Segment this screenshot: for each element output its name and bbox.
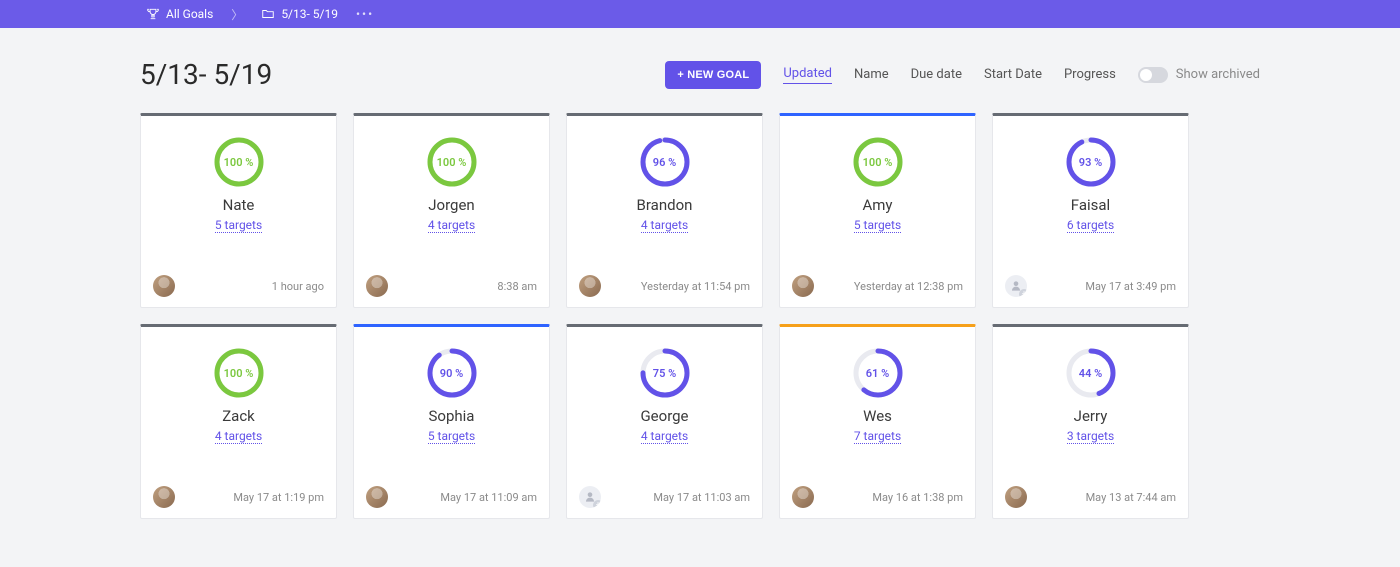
person-icon xyxy=(583,490,597,504)
goal-card[interactable]: 44 % Jerry 3 targets May 13 at 7:44 am xyxy=(992,324,1189,519)
filter-name[interactable]: Name xyxy=(854,67,889,82)
goal-owner-name: Jerry xyxy=(1074,407,1108,425)
breadcrumb-separator: 〉 xyxy=(231,6,243,23)
progress-percent: 44 % xyxy=(1065,347,1117,399)
show-archived-toggle[interactable] xyxy=(1138,67,1168,83)
targets-link[interactable]: 3 targets xyxy=(1067,429,1114,444)
avatar[interactable] xyxy=(792,486,814,508)
goal-card[interactable]: 90 % Sophia 5 targets May 17 at 11:09 am xyxy=(353,324,550,519)
goal-card[interactable]: 96 % Brandon 4 targets Yesterday at 11:5… xyxy=(566,113,763,308)
progress-ring: 75 % xyxy=(639,347,691,399)
targets-link[interactable]: 4 targets xyxy=(428,218,475,233)
breadcrumb-folder-label: 5/13- 5/19 xyxy=(281,7,338,21)
avatar[interactable] xyxy=(579,275,601,297)
breadcrumb-root[interactable]: All Goals xyxy=(140,5,219,23)
timestamp: 8:38 am xyxy=(497,280,537,293)
goal-card[interactable]: 100 % Zack 4 targets May 17 at 1:19 pm xyxy=(140,324,337,519)
timestamp: May 13 at 7:44 am xyxy=(1086,491,1176,504)
goal-owner-name: Jorgen xyxy=(428,196,474,214)
goal-card-grid: 100 % Nate 5 targets 1 hour ago 100 % Jo… xyxy=(140,113,1260,519)
goal-owner-name: Faisal xyxy=(1071,196,1110,214)
targets-link[interactable]: 4 targets xyxy=(641,218,688,233)
avatar[interactable] xyxy=(1005,486,1027,508)
avatar[interactable] xyxy=(1005,275,1027,297)
progress-percent: 96 % xyxy=(639,136,691,188)
filter-progress[interactable]: Progress xyxy=(1064,67,1116,82)
goal-card[interactable]: 75 % George 4 targets May 17 at 11:03 am xyxy=(566,324,763,519)
progress-ring: 100 % xyxy=(426,136,478,188)
goal-owner-name: Zack xyxy=(222,407,255,425)
breadcrumb-more-icon[interactable]: ••• xyxy=(356,7,374,21)
progress-percent: 100 % xyxy=(213,347,265,399)
avatar[interactable] xyxy=(366,486,388,508)
timestamp: Yesterday at 11:54 pm xyxy=(641,280,750,293)
progress-ring: 93 % xyxy=(1065,136,1117,188)
filter-updated[interactable]: Updated xyxy=(783,66,832,84)
targets-link[interactable]: 6 targets xyxy=(1067,218,1114,233)
progress-ring: 100 % xyxy=(213,136,265,188)
targets-link[interactable]: 5 targets xyxy=(854,218,901,233)
timestamp: May 17 at 11:09 am xyxy=(440,491,537,504)
avatar[interactable] xyxy=(792,275,814,297)
targets-link[interactable]: 5 targets xyxy=(428,429,475,444)
progress-percent: 75 % xyxy=(639,347,691,399)
filter-due-date[interactable]: Due date xyxy=(911,67,962,82)
avatar[interactable] xyxy=(579,486,601,508)
goal-owner-name: George xyxy=(640,407,688,425)
timestamp: 1 hour ago xyxy=(272,280,324,293)
progress-percent: 90 % xyxy=(426,347,478,399)
timestamp: May 17 at 1:19 pm xyxy=(233,491,324,504)
targets-link[interactable]: 5 targets xyxy=(215,218,262,233)
progress-percent: 100 % xyxy=(426,136,478,188)
timestamp: May 17 at 3:49 pm xyxy=(1085,280,1176,293)
page-controls: + NEW GOAL Updated Name Due date Start D… xyxy=(665,61,1260,89)
goal-owner-name: Wes xyxy=(863,407,892,425)
show-archived-label: Show archived xyxy=(1176,67,1260,82)
progress-ring: 96 % xyxy=(639,136,691,188)
person-icon xyxy=(1009,279,1023,293)
progress-percent: 100 % xyxy=(852,136,904,188)
goal-owner-name: Nate xyxy=(223,196,255,214)
avatar[interactable] xyxy=(366,275,388,297)
targets-link[interactable]: 4 targets xyxy=(641,429,688,444)
goal-owner-name: Amy xyxy=(862,196,892,214)
folder-icon xyxy=(261,7,275,21)
progress-percent: 93 % xyxy=(1065,136,1117,188)
avatar[interactable] xyxy=(153,486,175,508)
goal-card[interactable]: 61 % Wes 7 targets May 16 at 1:38 pm xyxy=(779,324,976,519)
goal-card[interactable]: 100 % Amy 5 targets Yesterday at 12:38 p… xyxy=(779,113,976,308)
avatar[interactable] xyxy=(153,275,175,297)
goal-card[interactable]: 100 % Jorgen 4 targets 8:38 am xyxy=(353,113,550,308)
page-title: 5/13- 5/19 xyxy=(140,58,272,91)
timestamp: May 16 at 1:38 pm xyxy=(872,491,963,504)
filter-start-date[interactable]: Start Date xyxy=(984,67,1042,82)
timestamp: Yesterday at 12:38 pm xyxy=(854,280,963,293)
goal-card[interactable]: 93 % Faisal 6 targets May 17 at 3:49 pm xyxy=(992,113,1189,308)
targets-link[interactable]: 7 targets xyxy=(854,429,901,444)
trophy-icon xyxy=(146,7,160,21)
timestamp: May 17 at 11:03 am xyxy=(653,491,750,504)
goal-card[interactable]: 100 % Nate 5 targets 1 hour ago xyxy=(140,113,337,308)
breadcrumb-bar: All Goals 〉 5/13- 5/19 ••• xyxy=(0,0,1400,28)
goal-owner-name: Brandon xyxy=(637,196,693,214)
breadcrumb-root-label: All Goals xyxy=(166,7,213,21)
progress-ring: 100 % xyxy=(852,136,904,188)
progress-ring: 61 % xyxy=(852,347,904,399)
progress-percent: 100 % xyxy=(213,136,265,188)
progress-ring: 100 % xyxy=(213,347,265,399)
goal-owner-name: Sophia xyxy=(429,407,475,425)
page-header: 5/13- 5/19 + NEW GOAL Updated Name Due d… xyxy=(140,58,1260,91)
breadcrumb-folder[interactable]: 5/13- 5/19 xyxy=(255,5,344,23)
progress-ring: 44 % xyxy=(1065,347,1117,399)
targets-link[interactable]: 4 targets xyxy=(215,429,262,444)
new-goal-button[interactable]: + NEW GOAL xyxy=(665,61,761,89)
progress-percent: 61 % xyxy=(852,347,904,399)
progress-ring: 90 % xyxy=(426,347,478,399)
